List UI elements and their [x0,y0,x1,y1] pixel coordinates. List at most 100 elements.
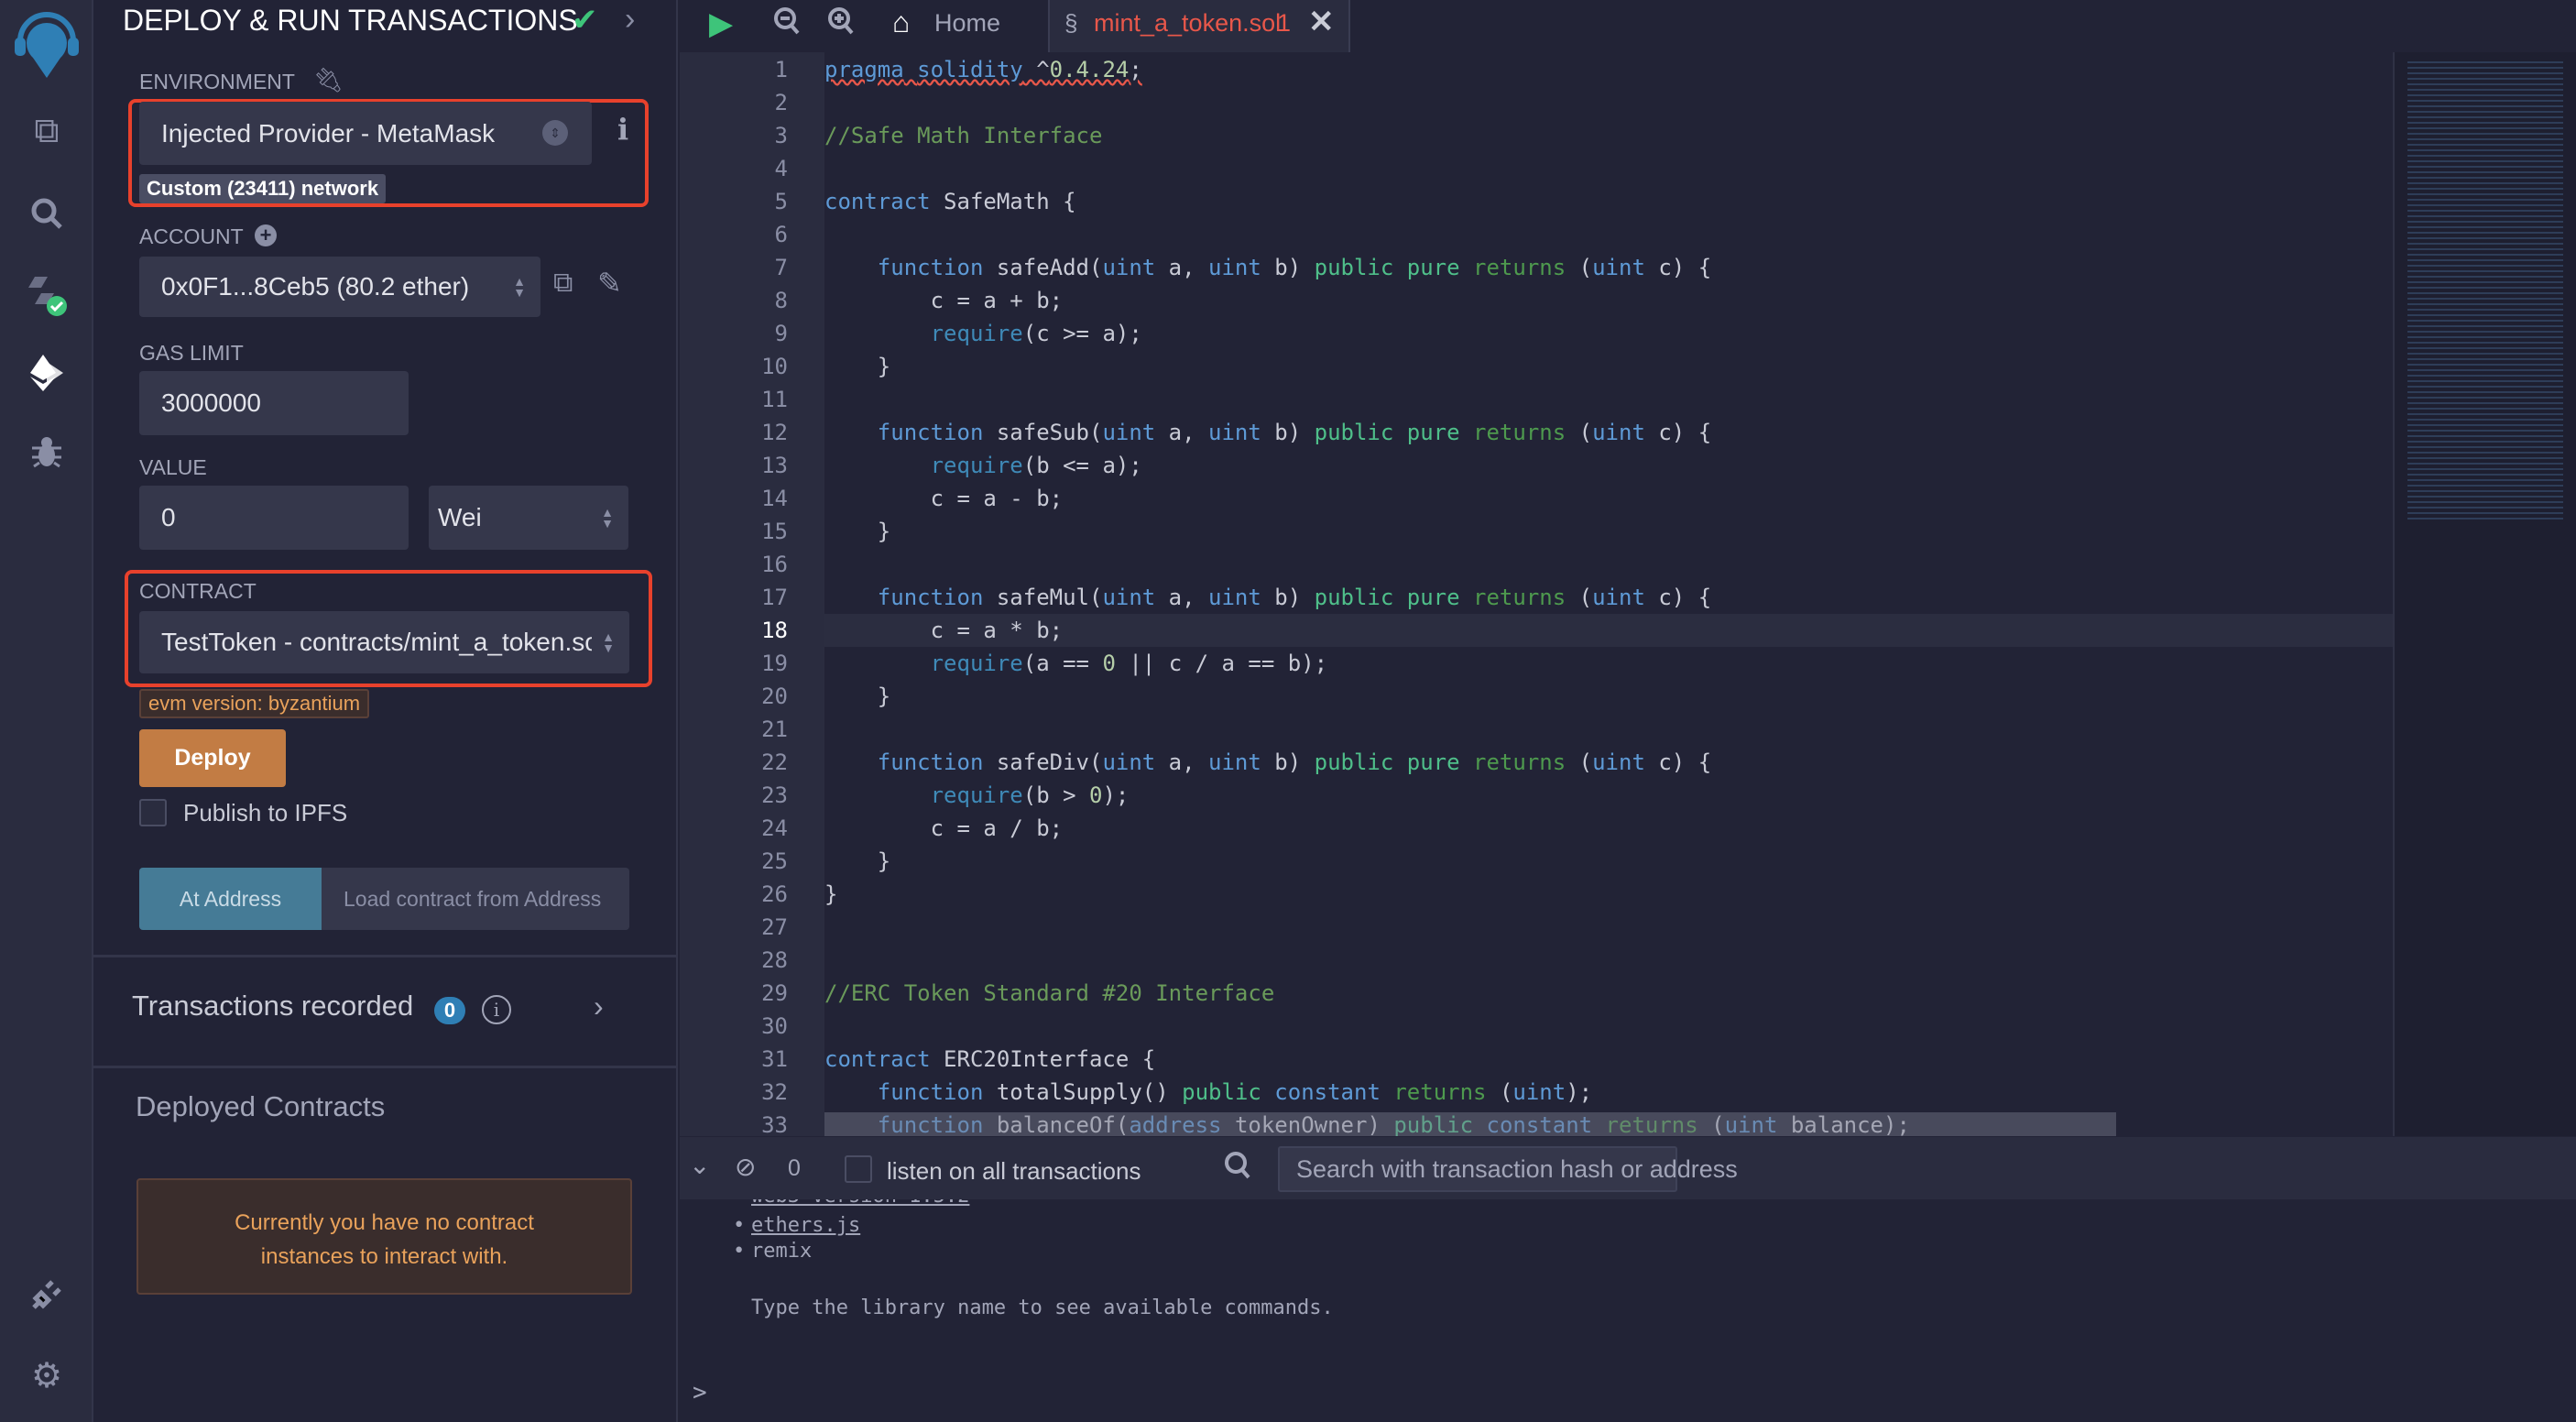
code-line[interactable]: c = a * b; [824,614,1064,647]
load-address-input[interactable]: Load contract from Address [322,868,629,930]
transactions-recorded-label[interactable]: Transactions recorded [132,990,413,1023]
search-icon[interactable] [24,191,70,236]
home-icon[interactable]: ⌂ [892,5,910,39]
chevron-right-icon[interactable]: › [594,990,604,1023]
code-line[interactable]: require(b <= a); [824,449,1142,482]
terminal-link[interactable]: • ethers.js [733,1214,860,1237]
code-token-ret: returns [1393,1079,1487,1105]
code-token-kw: function [877,1079,984,1105]
code-line[interactable]: } [824,350,890,383]
terminal-output[interactable]: •web3 version 1.5.2 •ethers.js •remix Ty… [680,1199,2576,1422]
code-token-kw: function [877,585,984,610]
run-script-play-icon[interactable]: ▶ [709,5,733,42]
tab-home[interactable]: Home [934,9,1000,38]
account-select[interactable]: 0x0F1...8Ceb5 (80.2 ether) ▲ ▼ [139,257,540,317]
code-line[interactable]: function safeDiv(uint a, uint b) public … [824,746,1711,779]
debugger-icon[interactable] [24,429,70,475]
code-token-kw: function [877,420,984,445]
code-line[interactable]: pragma solidity ^0.4.24; [824,53,1142,86]
line-number: 24 [761,815,788,841]
value-unit-select[interactable]: Wei ▲ ▼ [429,486,628,550]
code-token-pl: a, [1155,255,1209,280]
code-line[interactable]: } [824,878,837,911]
select-arrows-icon: ▲ ▼ [602,629,615,655]
close-tab-icon[interactable]: ✕ [1308,4,1335,40]
info-icon[interactable]: i [482,995,511,1024]
code-token-pl: ERC20Interface { [930,1046,1156,1072]
line-number: 20 [761,684,788,709]
code-token-num: 0 [1102,651,1116,676]
code-line[interactable]: } [824,515,890,548]
code-line[interactable]: //Safe Math Interface [824,119,1102,152]
remix-logo-icon[interactable] [13,12,81,78]
code-line[interactable]: c = a - b; [824,482,1064,515]
line-number: 14 [761,486,788,511]
chevron-right-icon[interactable]: › [625,2,635,38]
code-line[interactable]: function safeSub(uint a, uint b) public … [824,416,1711,449]
deploy-button[interactable]: Deploy [139,729,286,787]
settings-gear-icon[interactable]: ⚙ [24,1352,70,1398]
terminal-prompt[interactable]: > [693,1379,707,1406]
code-editor[interactable]: 1 2 3 4 5 6 7 8 9 10 11 12 13 14 15 16 17 18 19 20 21 22 23 24 2… [680,52,2393,1136]
environment-select[interactable]: Injected Provider - MetaMask ⇕ [139,102,592,165]
code-line[interactable]: //ERC Token Standard #20 Interface [824,977,1274,1010]
transaction-search-input[interactable]: Search with transaction hash or address [1278,1146,1738,1192]
minimap[interactable] [2393,52,2576,1136]
line-number: 28 [761,947,788,973]
value-input[interactable]: 0 [139,486,409,550]
plugin-manager-icon[interactable] [24,1272,70,1318]
environment-value: Injected Provider - MetaMask [161,118,496,148]
edit-icon[interactable]: ✎ [597,266,622,301]
code-line[interactable]: c = a / b; [824,812,1064,845]
code-token-pl: safeAdd( [983,255,1103,280]
alert-line: instances to interact with. [260,1244,508,1269]
code-line[interactable]: contract ERC20Interface { [824,1043,1155,1076]
code-line[interactable]: } [824,680,890,713]
code-line[interactable]: function totalSupply() public constant r… [824,1076,1592,1109]
code-token-pl: (b > [1022,782,1089,808]
zoom-out-icon[interactable] [773,5,801,43]
code-token-kw: uint [1512,1079,1566,1105]
copy-icon[interactable]: ⧉ [553,268,573,299]
code-line[interactable]: function safeAdd(uint a, uint b) public … [824,251,1711,284]
horizontal-scrollbar[interactable] [824,1112,2116,1136]
gas-limit-value: 3000000 [161,388,262,417]
contract-label: CONTRACT [139,579,257,603]
tab-mint-a-token[interactable]: § mint_a_token.sol 1 ✕ [1048,0,1350,52]
code-token-pl: } [824,684,891,709]
collapse-terminal-icon[interactable]: ⌄ [689,1150,710,1180]
code-line[interactable]: require(b > 0); [824,779,1130,812]
code-line[interactable]: require(a == 0 || c / a == b); [824,647,1328,680]
line-number: 1 [774,57,788,82]
select-arrows-icon: ▲ ▼ [601,505,614,531]
code-token-pl: c = a - b; [824,486,1064,511]
line-number: 25 [761,848,788,874]
info-icon[interactable]: i [617,112,628,147]
zoom-in-icon[interactable] [827,5,855,43]
solidity-compiler-icon[interactable] [24,273,70,319]
gas-limit-input[interactable]: 3000000 [139,371,409,435]
deploy-run-icon[interactable] [24,350,70,396]
code-line[interactable]: c = a + b; [824,284,1064,317]
code-line[interactable]: contract SafeMath { [824,185,1076,218]
file-explorer-icon[interactable]: ⧉ [24,108,70,154]
listen-checkbox[interactable] [845,1155,872,1183]
account-label: ACCOUNT [139,224,244,248]
line-number: 33 [761,1112,788,1136]
add-account-icon[interactable]: + [255,224,277,246]
code-token-kw: uint [1208,420,1261,445]
evm-version-badge: evm version: byzantium [139,689,370,718]
at-address-button[interactable]: At Address [139,868,322,930]
clear-console-icon[interactable]: ⊘ [735,1152,756,1182]
publish-ipfs-checkbox[interactable] [139,799,167,826]
terminal-link[interactable]: •web3 version 1.5.2 [733,1199,969,1208]
code-token-kw: uint [1102,749,1156,775]
code-line[interactable]: require(c >= a); [824,317,1142,350]
code-token-pl: totalSupply() [983,1079,1183,1105]
code-line[interactable]: } [824,845,890,878]
code-line[interactable]: function safeMul(uint a, uint b) public … [824,581,1711,614]
line-number: 26 [761,881,788,907]
contract-select[interactable]: TestToken - contracts/mint_a_token.sol ▲… [139,611,629,673]
